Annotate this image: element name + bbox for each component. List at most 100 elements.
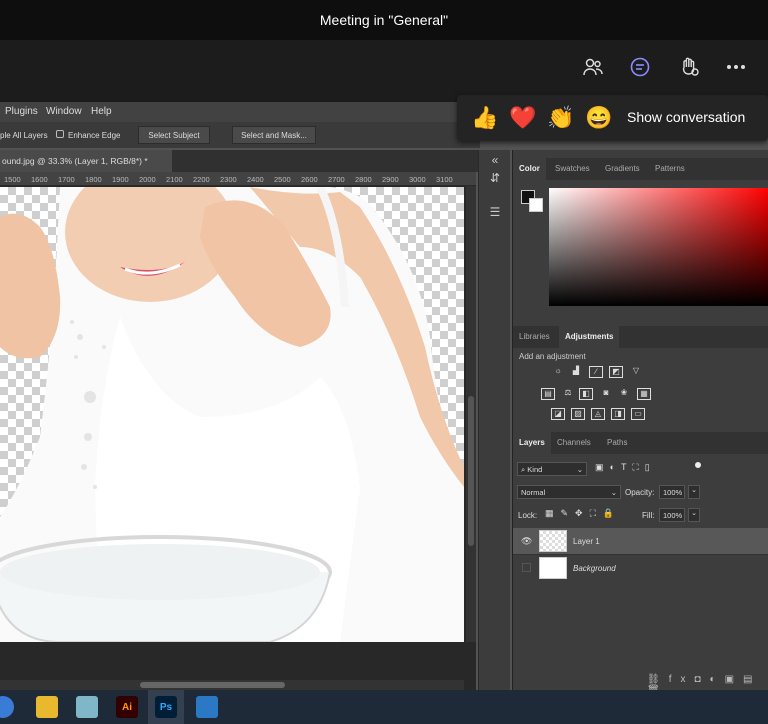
levels-icon[interactable]: ▟ — [569, 366, 583, 378]
black-white-icon[interactable]: ◧ — [579, 388, 593, 400]
sample-all-layers-label[interactable]: ple All Layers — [0, 131, 48, 140]
horizontal-ruler: 1500 1600 1700 1800 1900 2000 2100 2200 … — [0, 172, 476, 186]
show-conversation-button[interactable]: Show conversation — [627, 109, 745, 125]
gradient-map-icon[interactable]: ▭ — [631, 408, 645, 420]
canvas-vertical-scrollbar[interactable] — [466, 186, 476, 642]
brightness-icon[interactable]: ☼ — [551, 366, 565, 378]
background-swatch[interactable] — [529, 198, 543, 212]
tab-paths[interactable]: Paths — [601, 432, 633, 454]
menu-help[interactable]: Help — [91, 106, 112, 117]
ruler-tick: 1500 — [4, 175, 21, 184]
tab-gradients[interactable]: Gradients — [599, 158, 646, 180]
fill-dropdown-icon[interactable]: ⌄ — [688, 508, 700, 522]
ruler-tick: 2800 — [355, 175, 372, 184]
meeting-header — [0, 40, 768, 102]
applause-reaction-button[interactable]: 👏 — [547, 105, 574, 131]
more-icon[interactable] — [723, 54, 749, 80]
layer-row[interactable]: 👁 Layer 1 — [513, 528, 768, 554]
tab-swatches[interactable]: Swatches — [549, 158, 596, 180]
selective-color-icon[interactable]: ◨ — [611, 408, 625, 420]
tab-layers[interactable]: Layers — [513, 432, 551, 454]
enhance-edge-checkbox[interactable] — [56, 130, 64, 138]
ruler-tick: 2300 — [220, 175, 237, 184]
tab-channels[interactable]: Channels — [551, 432, 597, 454]
blend-mode-select[interactable]: Normal ⌄ — [517, 485, 621, 499]
ruler-tick: 1600 — [31, 175, 48, 184]
notepad-icon[interactable] — [76, 696, 98, 718]
scroll-thumb[interactable] — [140, 682, 285, 688]
layer-thumbnail — [539, 530, 567, 552]
properties-icon[interactable]: ☰ — [485, 202, 505, 222]
blend-mode-value: Normal — [521, 488, 546, 497]
invert-icon[interactable]: ◪ — [551, 408, 565, 420]
select-and-mask-button[interactable]: Select and Mask... — [232, 126, 316, 144]
menu-window[interactable]: Window — [46, 106, 82, 117]
raise-hand-icon[interactable] — [676, 54, 702, 80]
ruler-tick: 3100 — [436, 175, 453, 184]
menu-plugins[interactable]: Plugins — [5, 106, 38, 117]
like-reaction-button[interactable]: 👍 — [471, 105, 498, 131]
reactions-popup: 👍 ❤️ 👏 😄 Show conversation — [457, 95, 768, 141]
people-icon[interactable] — [580, 54, 606, 80]
tab-color[interactable]: Color — [513, 158, 546, 180]
illustrator-icon[interactable]: Ai — [116, 696, 138, 718]
visibility-toggle[interactable] — [522, 563, 531, 572]
fx-icon[interactable]: fx — [669, 674, 695, 685]
vibrance-icon[interactable]: ▽ — [629, 366, 643, 378]
history-icon[interactable]: ⇵ — [485, 168, 505, 188]
ruler-tick: 2700 — [328, 175, 345, 184]
laugh-reaction-button[interactable]: 😄 — [585, 105, 612, 131]
layers-panel-tabs: Layers Channels Paths — [513, 432, 768, 454]
photo-filter-icon[interactable]: ◙ — [599, 388, 613, 400]
fill-field[interactable]: 100% — [659, 508, 685, 522]
kind-filter-select[interactable]: ⌕ Kind ⌄ — [517, 462, 587, 476]
scroll-thumb[interactable] — [468, 396, 474, 546]
document-tab[interactable]: ound.jpg @ 33.3% (Layer 1, RGB/8*) * — [0, 150, 172, 172]
chat-icon[interactable] — [627, 54, 653, 80]
tab-adjustments[interactable]: Adjustments — [559, 326, 620, 348]
exposure-icon[interactable]: ◩ — [609, 366, 623, 378]
panel-tool-strip: « ⇵ ☰ — [478, 150, 510, 690]
opacity-dropdown-icon[interactable]: ⌄ — [688, 485, 700, 499]
color-balance-icon[interactable]: ⚖ — [561, 388, 575, 400]
opacity-field[interactable]: 100% — [659, 485, 685, 499]
chrome-icon[interactable] — [0, 696, 14, 718]
photos-icon[interactable] — [196, 696, 218, 718]
channel-mixer-icon[interactable]: ❀ — [617, 388, 631, 400]
color-panel-tabs: Color Swatches Gradients Patterns — [513, 158, 768, 180]
heart-reaction-button[interactable]: ❤️ — [509, 105, 536, 131]
hue-saturation-icon[interactable]: ▤ — [541, 388, 555, 400]
color-lookup-icon[interactable]: ▦ — [637, 388, 651, 400]
canvas-horizontal-scrollbar[interactable] — [0, 680, 464, 690]
select-subject-button[interactable]: Select Subject — [138, 126, 210, 144]
threshold-icon[interactable]: ◬ — [591, 408, 605, 420]
layer-filter-icons[interactable]: ▣◐T⛶▯ — [595, 462, 656, 473]
ruler-tick: 2000 — [139, 175, 156, 184]
color-picker-field[interactable] — [549, 188, 768, 306]
ruler-tick: 2100 — [166, 175, 183, 184]
posterize-icon[interactable]: ▨ — [571, 408, 585, 420]
collapse-icon[interactable]: « — [485, 150, 505, 170]
layer-name[interactable]: Layer 1 — [573, 537, 600, 546]
eye-icon[interactable]: 👁 — [521, 536, 532, 547]
enhance-edge-label: Enhance Edge — [68, 131, 121, 140]
meeting-title-bar: Meeting in "General" — [0, 0, 768, 40]
ruler-tick: 1700 — [58, 175, 75, 184]
tab-libraries[interactable]: Libraries — [513, 326, 556, 348]
curves-icon[interactable]: ∕ — [589, 366, 603, 378]
ruler-tick: 2400 — [247, 175, 264, 184]
photoshop-icon[interactable]: Ps — [155, 696, 177, 718]
document-tab-bar — [172, 150, 480, 172]
filter-toggle-icon[interactable] — [695, 462, 701, 468]
canvas-image[interactable] — [0, 187, 464, 642]
chevron-down-icon: ⌄ — [576, 465, 583, 474]
file-explorer-icon[interactable] — [36, 696, 58, 718]
adjustment-panel-tabs: Libraries Adjustments — [513, 326, 768, 348]
lock-label: Lock: — [518, 511, 538, 520]
lock-icons[interactable]: ▦✎✥⛶🔒 — [545, 508, 621, 519]
layer-row[interactable]: Background — [513, 554, 768, 580]
chevron-down-icon: ⌄ — [610, 488, 617, 497]
tab-patterns[interactable]: Patterns — [649, 158, 691, 180]
ps-menu-bar: Plugins Window Help — [0, 102, 480, 122]
layer-name[interactable]: Background — [573, 564, 616, 573]
